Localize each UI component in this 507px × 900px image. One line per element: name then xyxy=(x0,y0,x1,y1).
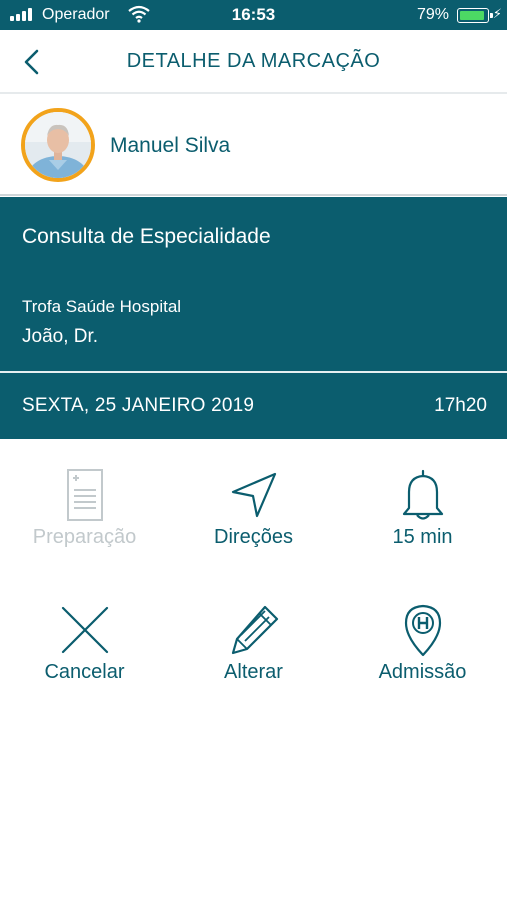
doctor-name: João, Dr. xyxy=(22,326,99,347)
hospital-pin-icon xyxy=(404,604,441,657)
directions-button[interactable]: Direções xyxy=(169,468,338,549)
bell-icon xyxy=(402,469,443,520)
charging-bolt-icon: ⚡ xyxy=(492,6,502,21)
document-icon xyxy=(66,469,103,521)
appointment-date: SEXTA, 25 JANEIRO 2019 xyxy=(22,395,255,416)
reminder-label: 15 min xyxy=(392,526,453,548)
navigation-arrow-icon xyxy=(231,472,276,518)
navigation-bar: DETALHE DA MARCAÇÃO xyxy=(0,30,507,94)
battery-percentage: 79% xyxy=(416,6,449,23)
divider xyxy=(0,371,507,373)
edit-label: Alterar xyxy=(224,661,283,683)
reminder-button[interactable]: 15 min xyxy=(338,468,507,549)
patient-name: Manuel Silva xyxy=(110,134,231,157)
edit-button[interactable]: Alterar xyxy=(169,603,338,684)
preparation-button: Preparação xyxy=(0,468,169,549)
admission-button[interactable]: Admissão xyxy=(338,603,507,684)
appointment-type: Consulta de Especialidade xyxy=(22,225,271,248)
appointment-time: 17h20 xyxy=(434,395,487,416)
patient-profile: Manuel Silva xyxy=(0,96,507,196)
cancel-label: Cancelar xyxy=(44,661,125,683)
close-icon xyxy=(61,606,108,654)
admission-label: Admissão xyxy=(378,661,467,683)
pencil-icon xyxy=(231,605,278,655)
appointment-card: Consulta de Especialidade Trofa Saúde Ho… xyxy=(0,197,507,439)
cancel-button[interactable]: Cancelar xyxy=(0,603,169,684)
battery-icon xyxy=(457,8,493,23)
directions-label: Direções xyxy=(214,526,293,548)
status-bar: Operador 16:53 79% ⚡ xyxy=(0,0,507,30)
preparation-label: Preparação xyxy=(32,526,137,548)
hospital-name: Trofa Saúde Hospital xyxy=(22,297,182,316)
page-title: DETALHE DA MARCAÇÃO xyxy=(126,50,381,72)
avatar xyxy=(21,108,95,182)
